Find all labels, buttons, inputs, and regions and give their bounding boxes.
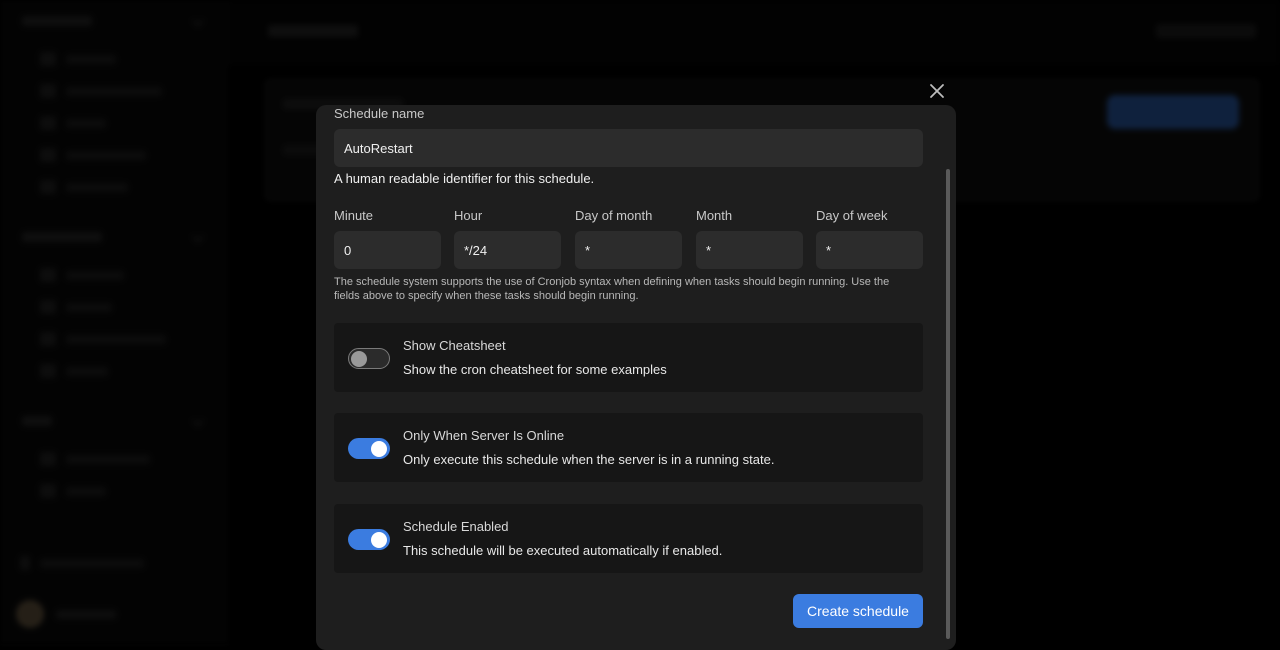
option-schedule-enabled: Schedule Enabled This schedule will be e… (334, 504, 923, 573)
option-title: Schedule Enabled (403, 519, 509, 534)
close-button[interactable] (926, 80, 948, 102)
schedule-name-helper: A human readable identifier for this sch… (334, 171, 594, 186)
day-of-month-input[interactable] (575, 231, 682, 269)
modal-scrollbar[interactable] (946, 169, 950, 639)
schedule-enabled-toggle[interactable] (348, 529, 390, 550)
cron-syntax-note: The schedule system supports the use of … (334, 275, 914, 303)
create-schedule-button[interactable]: Create schedule (793, 594, 923, 628)
option-only-when-online: Only When Server Is Online Only execute … (334, 413, 923, 482)
schedule-name-input[interactable] (334, 129, 923, 167)
month-input[interactable] (696, 231, 803, 269)
show-cheatsheet-toggle[interactable] (348, 348, 390, 369)
toggle-knob (371, 532, 387, 548)
toggle-knob (351, 351, 367, 367)
schedule-name-label: Schedule name (334, 106, 424, 121)
option-title: Only When Server Is Online (403, 428, 564, 443)
day-of-week-input[interactable] (816, 231, 923, 269)
toggle-knob (371, 441, 387, 457)
close-icon (929, 83, 945, 99)
create-schedule-modal: Schedule name A human readable identifie… (316, 105, 956, 650)
only-when-online-toggle[interactable] (348, 438, 390, 459)
hour-input[interactable] (454, 231, 561, 269)
hour-label: Hour (454, 208, 482, 223)
minute-label: Minute (334, 208, 373, 223)
option-description: This schedule will be executed automatic… (403, 543, 722, 558)
option-description: Show the cron cheatsheet for some exampl… (403, 362, 667, 377)
option-show-cheatsheet: Show Cheatsheet Show the cron cheatsheet… (334, 323, 923, 392)
option-description: Only execute this schedule when the serv… (403, 452, 774, 467)
minute-input[interactable] (334, 231, 441, 269)
option-title: Show Cheatsheet (403, 338, 506, 353)
day-of-month-label: Day of month (575, 208, 652, 223)
day-of-week-label: Day of week (816, 208, 888, 223)
month-label: Month (696, 208, 732, 223)
